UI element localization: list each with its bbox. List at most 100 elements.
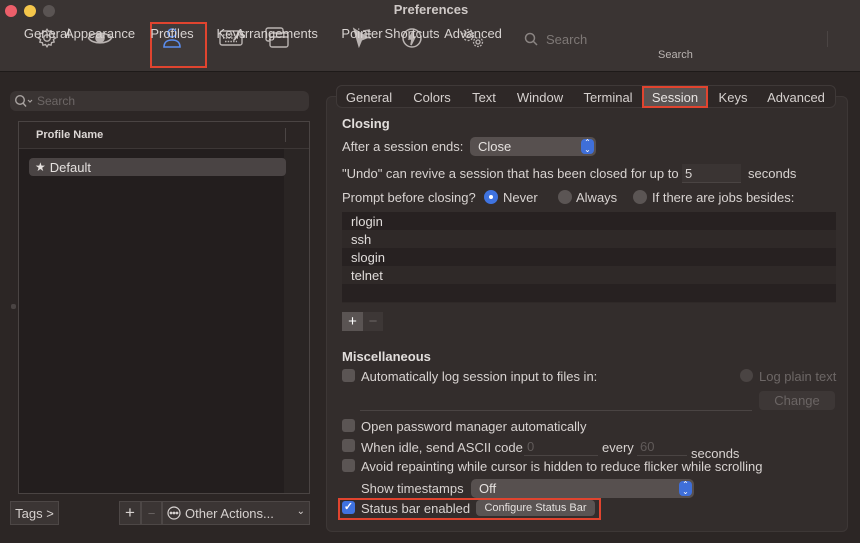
profile-table: Profile Name ★ Default: [18, 121, 310, 494]
job-row[interactable]: slogin: [342, 248, 836, 266]
show-timestamps-value: Off: [479, 481, 497, 496]
window-toolbar: Preferences General Appearance Profiles …: [0, 0, 860, 72]
auto-log-label: Automatically log session input to files…: [361, 369, 598, 384]
remove-profile-button[interactable]: −: [141, 501, 162, 525]
status-bar-enabled-checkbox[interactable]: ✓: [342, 501, 355, 514]
toolbar-pointer-label: Pointer: [341, 26, 383, 41]
remove-job-button[interactable]: −: [363, 312, 383, 331]
window-title: Preferences: [0, 2, 860, 17]
star-icon: ★: [35, 160, 46, 174]
idle-interval-input[interactable]: 60: [637, 437, 687, 456]
configure-status-bar-button[interactable]: Configure Status Bar: [476, 500, 595, 516]
plus-icon: +: [125, 503, 135, 522]
tab-colors[interactable]: Colors: [407, 88, 457, 106]
idle-send-label: When idle, send ASCII code: [361, 440, 523, 455]
tab-advanced[interactable]: Advanced: [761, 88, 831, 106]
job-name: ssh: [351, 231, 372, 247]
log-directory-input[interactable]: [360, 392, 752, 411]
idle-ascii-code-input[interactable]: 0: [524, 437, 598, 456]
open-password-manager-checkbox[interactable]: [342, 419, 355, 432]
misc-section-title: Miscellaneous: [342, 349, 431, 364]
toolbar-appearance[interactable]: Appearance: [65, 26, 135, 66]
toolbar-arrangements-label: Arrangements: [236, 26, 318, 41]
after-session-ends-label: After a session ends:: [342, 139, 464, 154]
updown-arrows-icon: ⌃ ⌄: [581, 139, 594, 154]
profile-name-header-label: Profile Name: [36, 129, 104, 141]
tab-keys[interactable]: Keys: [713, 88, 753, 106]
jobs-list[interactable]: rlogin ssh slogin telnet: [342, 212, 836, 303]
tab-label: Window: [516, 89, 564, 105]
idle-send-checkbox[interactable]: [342, 439, 355, 452]
job-name: rlogin: [351, 213, 383, 229]
toolbar-shortcuts-label: Shortcuts: [384, 26, 440, 41]
avoid-repaint-checkbox[interactable]: [342, 459, 355, 472]
job-row[interactable]: ssh: [342, 230, 836, 248]
tab-session[interactable]: Session: [642, 86, 708, 108]
job-name: telnet: [351, 267, 383, 283]
undo-label: "Undo" can revive a session that has bee…: [342, 166, 679, 181]
prompt-never-label: Never: [503, 190, 538, 205]
profile-name: Default: [49, 159, 91, 175]
add-job-button[interactable]: +: [342, 312, 363, 331]
after-session-ends-value: Close: [478, 139, 512, 154]
tab-label: Terminal: [583, 89, 633, 105]
search-menu-icon[interactable]: [14, 94, 34, 108]
show-timestamps-label: Show timestamps: [361, 481, 464, 496]
tab-label: Keys: [718, 89, 748, 105]
toolbar-search-field[interactable]: Search: [524, 28, 828, 50]
minus-icon: −: [147, 505, 156, 521]
toolbar-appearance-label: Appearance: [64, 26, 136, 41]
status-bar-enabled-label: Status bar enabled: [361, 501, 471, 516]
other-actions-menu[interactable]: Other Actions... ⌄: [162, 501, 310, 525]
tags-button[interactable]: Tags >: [10, 501, 59, 525]
job-name: slogin: [351, 249, 385, 265]
idle-interval-value: 60: [640, 438, 655, 454]
undo-seconds-input[interactable]: 5: [682, 164, 741, 183]
show-timestamps-popup[interactable]: Off ⌃ ⌄: [471, 479, 694, 498]
toolbar-advanced[interactable]: Advanced: [444, 26, 502, 66]
toolbar-shortcuts[interactable]: Shortcuts: [385, 26, 439, 66]
change-log-directory-button[interactable]: Change: [759, 391, 835, 410]
profile-search-input[interactable]: Search: [10, 91, 309, 111]
auto-log-checkbox[interactable]: [342, 369, 355, 382]
prompt-never-radio[interactable]: [484, 190, 498, 204]
toolbar-general[interactable]: General: [24, 26, 70, 66]
configure-status-bar-label: Configure Status Bar: [484, 502, 587, 514]
job-row[interactable]: telnet: [342, 266, 836, 284]
other-actions-label: Other Actions...: [185, 505, 274, 521]
tab-label: Colors: [413, 89, 451, 105]
log-plain-text-checkbox[interactable]: [740, 369, 753, 382]
tab-window[interactable]: Window: [511, 88, 569, 106]
after-session-ends-popup[interactable]: Close ⌃ ⌄: [470, 137, 596, 156]
toolbar-pointer[interactable]: Pointer: [341, 26, 383, 66]
toolbar-general-label: General: [23, 26, 71, 41]
add-profile-button[interactable]: +: [119, 501, 141, 525]
job-row[interactable]: rlogin: [342, 212, 836, 230]
undo-seconds-value: 5: [685, 165, 693, 181]
toolbar-profiles-label: Profiles: [150, 26, 194, 41]
profile-row-default[interactable]: ★ Default: [29, 158, 286, 176]
tags-button-label: Tags >: [15, 505, 54, 521]
prompt-before-closing-label: Prompt before closing?: [342, 190, 476, 205]
change-button-label: Change: [774, 393, 820, 408]
tab-terminal[interactable]: Terminal: [578, 88, 638, 106]
plus-icon: +: [348, 313, 357, 330]
ellipsis-circle-icon: [167, 506, 181, 520]
window-title-text: Preferences: [393, 2, 469, 17]
tab-general[interactable]: General: [340, 88, 398, 106]
minus-icon: −: [368, 313, 378, 330]
toolbar-profiles[interactable]: Profiles: [150, 26, 194, 66]
column-divider: [285, 128, 286, 142]
prompt-always-radio[interactable]: [558, 190, 572, 204]
open-password-manager-label: Open password manager automatically: [361, 419, 587, 434]
tab-label: Text: [472, 89, 496, 105]
search-icon: [524, 32, 538, 46]
log-plain-text-label: Log plain text: [759, 369, 837, 384]
prompt-if-jobs-radio[interactable]: [633, 190, 647, 204]
split-view-handle[interactable]: [11, 304, 16, 309]
profile-table-scrollbar[interactable]: [284, 149, 309, 493]
toolbar-arrangements[interactable]: Arrangements: [236, 26, 318, 66]
profile-name-column-header[interactable]: Profile Name: [19, 122, 309, 149]
tab-text[interactable]: Text: [465, 88, 503, 106]
toolbar-advanced-label: Advanced: [444, 26, 502, 41]
